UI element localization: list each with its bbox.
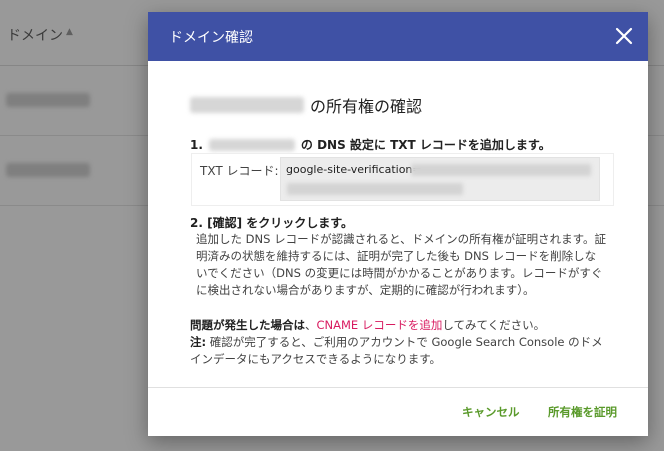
domain-verification-dialog: ドメイン確認 の所有権の確認 1. の DNS 設定に TXT レコードを追加し… xyxy=(148,12,648,436)
step-2-body: 追加した DNS レコードが認識されると、ドメインの所有権が証明されます。証明済… xyxy=(196,232,606,297)
issue-suffix: してみてください。 xyxy=(442,318,546,332)
ownership-heading: の所有権の確認 xyxy=(190,94,422,116)
dialog-title: ドメイン確認 xyxy=(169,30,253,46)
verify-ownership-button[interactable]: 所有権を証明 xyxy=(548,400,617,424)
txt-record-box: TXT レコード: google-site-verification= xyxy=(192,154,613,205)
close-icon xyxy=(615,27,633,45)
issue-label: 問題が発生した場合は xyxy=(190,318,305,332)
cname-link[interactable]: CNAME レコードを追加 xyxy=(317,318,443,332)
txt-record-label: TXT レコード: xyxy=(200,164,279,178)
note-label: 注: xyxy=(190,335,207,349)
redacted-domain xyxy=(190,97,304,113)
step-1-text: の DNS 設定に TXT レコードを追加します。 xyxy=(300,138,551,152)
step-2-title: 2. [確認] をクリックします。 xyxy=(190,216,354,230)
note: 注: 確認が完了すると、ご利用のアカウントで Google Search Con… xyxy=(190,334,610,368)
redacted-token xyxy=(411,164,591,176)
txt-record-value[interactable]: google-site-verification= xyxy=(286,163,422,176)
txt-record-field[interactable]: google-site-verification= xyxy=(280,157,600,201)
dialog-header: ドメイン確認 xyxy=(148,12,648,61)
step-1-number: 1. xyxy=(190,137,203,152)
footer-divider xyxy=(148,387,648,388)
redacted-token xyxy=(287,183,463,195)
step-1: 1. の DNS 設定に TXT レコードを追加します。 xyxy=(190,136,551,153)
redacted-domain xyxy=(208,138,295,151)
heading-text: の所有権の確認 xyxy=(310,97,423,116)
note-text: 確認が完了すると、ご利用のアカウントで Google Search Consol… xyxy=(190,335,603,366)
cancel-button[interactable]: キャンセル xyxy=(462,400,520,424)
issue-line: 問題が発生した場合は、CNAME レコードを追加してみてください。 xyxy=(190,317,610,333)
issue-separator: 、 xyxy=(305,318,317,332)
close-button[interactable] xyxy=(612,24,636,48)
